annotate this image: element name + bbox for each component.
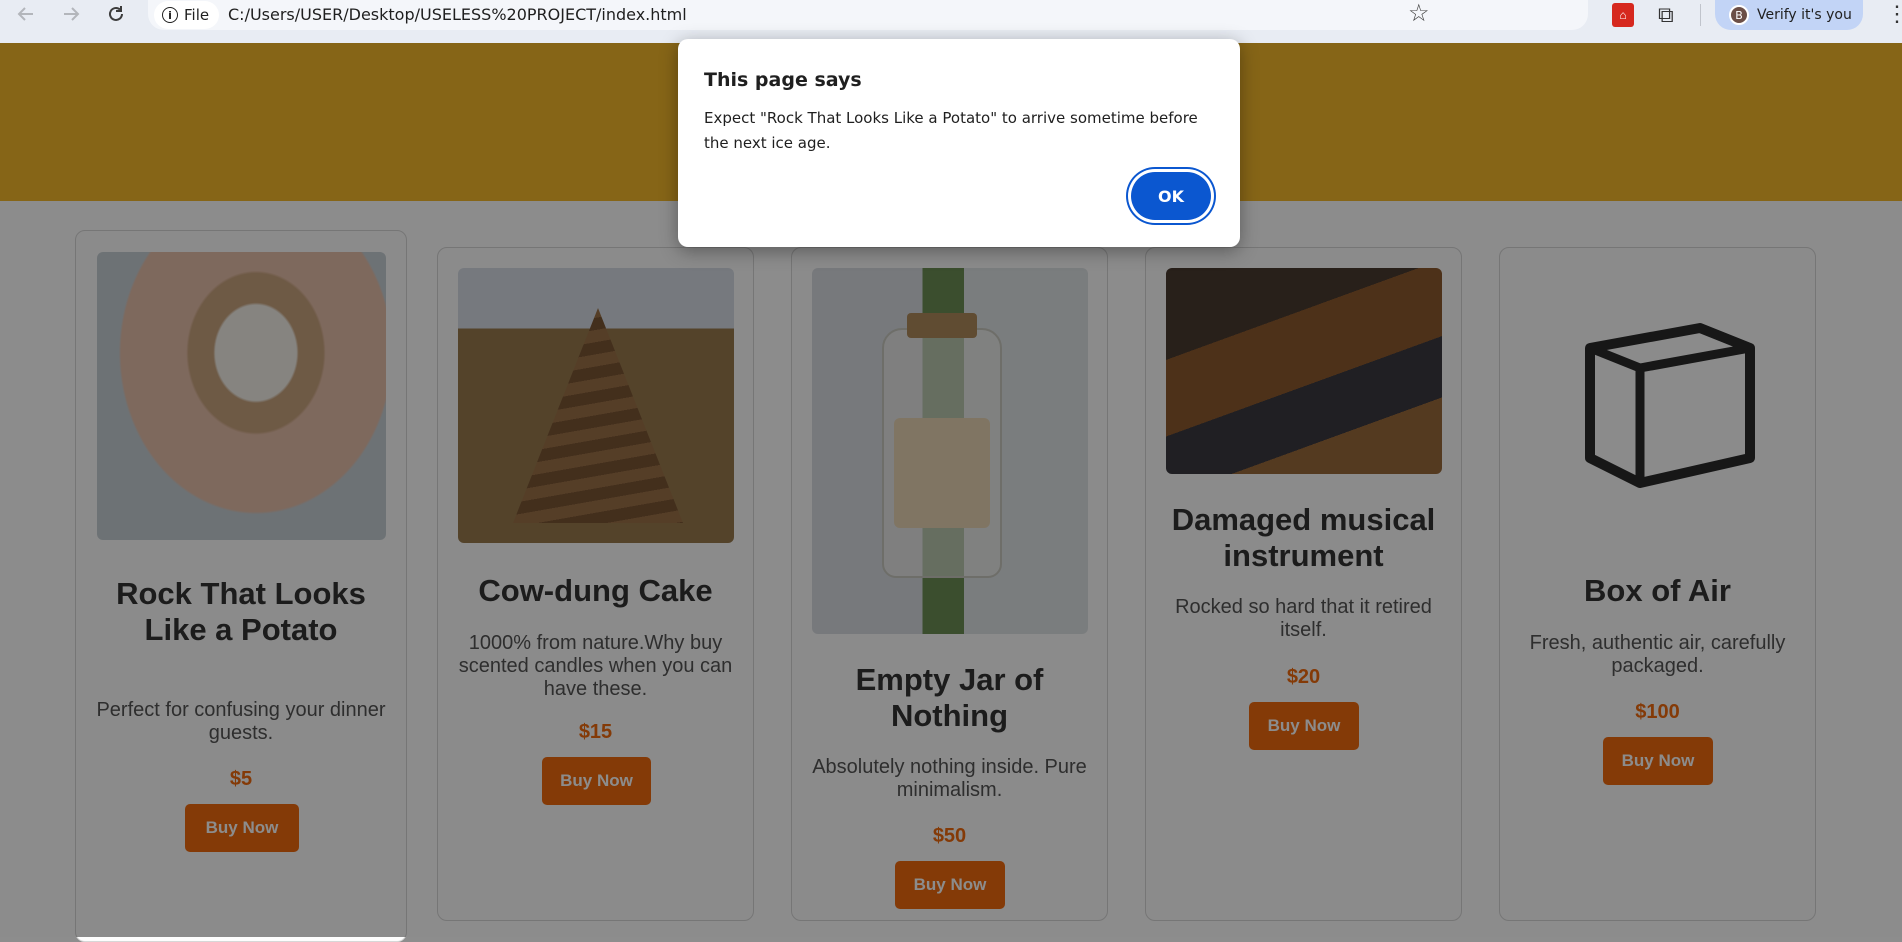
avatar: B (1729, 5, 1749, 25)
verify-label: Verify it's you (1757, 7, 1852, 23)
dialog-message: Expect "Rock That Looks Like a Potato" t… (704, 109, 1198, 152)
more-menu-icon[interactable]: ⋮ (1886, 1, 1902, 27)
profile-verify-button[interactable]: B Verify it's you (1715, 0, 1863, 30)
info-icon: i (162, 7, 178, 23)
arrow-right-icon (64, 7, 80, 21)
forward-button[interactable] (53, 0, 89, 32)
reload-icon (109, 6, 123, 21)
pdf-extension-icon[interactable]: ⌂ (1612, 3, 1634, 27)
file-chip-label: File (184, 6, 210, 24)
arrow-left-icon (17, 7, 33, 21)
reload-button[interactable] (98, 0, 134, 32)
extensions-puzzle-icon[interactable]: ⧉ (1658, 2, 1674, 28)
bookmark-star-icon[interactable]: ☆ (1408, 0, 1430, 28)
toolbar-divider (1700, 4, 1701, 26)
ok-button[interactable]: OK (1131, 172, 1211, 220)
address-bar[interactable]: i File C:/Users/USER/Desktop/USELESS%20P… (148, 0, 1588, 30)
url-text[interactable]: C:/Users/USER/Desktop/USELESS%20PROJECT/… (228, 5, 687, 24)
site-info-chip[interactable]: i File (154, 1, 220, 29)
browser-toolbar: i File C:/Users/USER/Desktop/USELESS%20P… (0, 0, 1902, 43)
back-button[interactable] (8, 0, 44, 32)
dialog-title: This page says (704, 69, 862, 91)
alert-dialog: This page says Expect "Rock That Looks L… (678, 39, 1240, 247)
